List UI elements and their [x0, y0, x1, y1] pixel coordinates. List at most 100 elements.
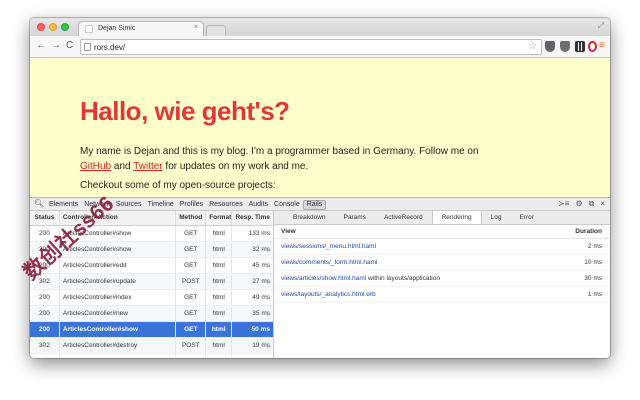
page-heading: Hallo, wie geht's? [80, 96, 290, 126]
reload-button[interactable]: C [66, 40, 73, 51]
column-status[interactable]: Status [30, 211, 60, 225]
status-cell: 200 [30, 290, 60, 305]
devtools-tab-audits[interactable]: Audits [246, 200, 271, 210]
rendering-row: views/articles/show.html.haml within lay… [274, 271, 610, 287]
devtools-tab-profiles[interactable]: Profiles [177, 200, 206, 210]
detail-tab-breakdown[interactable]: Breakdown [284, 211, 335, 224]
checkout-text: Checkout some of my open-source projects… [80, 180, 276, 191]
action-cell: ArticlesController#new [60, 306, 177, 321]
format-cell: html [206, 242, 233, 257]
status-cell: 302 [30, 338, 60, 353]
github-link[interactable]: GitHub [80, 161, 111, 172]
twitter-link[interactable]: Twitter [133, 161, 162, 172]
opera-extension-icon[interactable] [588, 41, 597, 52]
resp-time-cell: 45 ms [252, 262, 270, 269]
format-cell: html [206, 258, 233, 273]
intro-after-text: for updates on my work and me. [162, 161, 309, 172]
close-devtools-icon[interactable]: × [600, 199, 605, 209]
table-row[interactable]: 200 ArticlesController#index GET html 49 ms [30, 290, 273, 306]
method-cell: GET [176, 226, 207, 241]
status-cell: 200 [30, 306, 60, 321]
view-path-link[interactable]: views/articles/show.html.haml within lay… [281, 271, 440, 286]
browser-toolbar: ← → C rors.dev/ ☆ ≡ [30, 36, 610, 58]
resp-time-cell: 133 ms [248, 230, 270, 237]
browser-tab[interactable]: Dejan Simic × [78, 21, 204, 36]
fullscreen-icon[interactable]: ⤢ [598, 21, 604, 31]
detail-tab-rendering[interactable]: Rendering [431, 211, 482, 224]
detail-tab-activerecord[interactable]: ActiveRecord [375, 211, 432, 224]
page-icon [84, 43, 91, 51]
table-row[interactable]: 200 ArticlesController#show GET html 50 ms [30, 322, 273, 338]
table-row[interactable]: 302 ArticlesController#update POST html 27 m… [30, 274, 273, 290]
request-detail: Breakdown Params ActiveRecord Rendering Log E… [274, 211, 610, 358]
devtools-tab-timeline[interactable]: Timeline [145, 200, 177, 210]
action-cell: ArticlesController#index [60, 290, 177, 305]
settings-gear-icon[interactable]: ⚙ [575, 199, 582, 209]
rendering-rows: views/sessions/_menu.html.haml 2 ms views/… [274, 239, 610, 303]
forward-button[interactable]: → [51, 40, 61, 51]
pocket-extension-icon[interactable] [545, 41, 555, 52]
devtools-tab-resources[interactable]: Resources [206, 200, 245, 210]
address-bar[interactable]: rors.dev/ ☆ [80, 39, 542, 55]
method-cell: GET [176, 290, 207, 305]
page-favicon-icon [85, 25, 93, 33]
dock-side-icon[interactable]: ⧉ [589, 199, 595, 209]
resp-time-cell: 19 ms [252, 342, 270, 349]
detail-tab-params[interactable]: Params [335, 211, 375, 224]
column-format[interactable]: Format [206, 211, 233, 225]
duration-value: 10 ms [584, 259, 602, 266]
page-content: Hallo, wie geht's? My name is Dejan and … [30, 58, 610, 197]
method-cell: GET [176, 354, 207, 358]
devtools-tab-console[interactable]: Console [271, 200, 303, 210]
format-cell: html [206, 226, 233, 241]
devtools-tab-rails[interactable]: Rails [302, 200, 327, 210]
tab-strip: Dejan Simic × ⤢ [30, 18, 610, 36]
devtools-panel: 🔍︎ Elements Network Sources Timeline Profile… [30, 197, 610, 358]
shield-extension-icon[interactable] [560, 41, 570, 52]
view-path-link[interactable]: views/layouts/_analytics.html.erb [281, 287, 376, 302]
resp-time-cell: 50 ms [251, 326, 270, 333]
format-cell: html [206, 322, 233, 337]
browser-menu-icon[interactable]: ≡ [599, 40, 605, 51]
action-cell: ArticlesController#destroy [60, 338, 177, 353]
window-maximize-button[interactable] [61, 23, 69, 31]
format-cell: html [206, 274, 233, 289]
tab-title: Dejan Simic [98, 25, 136, 32]
resp-time-cell: 32 ms [252, 246, 270, 253]
detail-tab-log[interactable]: Log [482, 211, 511, 224]
resp-time-cell: 29 ms [232, 354, 273, 358]
intro-text: My name is Dejan and this is my blog. I'… [80, 146, 479, 157]
bookmark-star-icon[interactable]: ☆ [528, 41, 537, 52]
search-icon[interactable]: 🔍︎ [34, 199, 44, 208]
rendering-row: views/sessions/_menu.html.haml 2 ms [274, 239, 610, 255]
intro-and-text: and [111, 161, 134, 172]
window-minimize-button[interactable] [49, 23, 57, 31]
column-resp-time[interactable]: Resp. Time [232, 211, 273, 225]
table-row[interactable]: 200 ArticlesController#new GET html 35 ms [30, 306, 273, 322]
status-cell: 200 [30, 354, 60, 358]
table-row[interactable]: 200 ArticlesController#edit GET html 45 ms [30, 258, 273, 274]
action-cell: AboutController#show [60, 354, 177, 358]
rendering-header: View Duration [274, 225, 610, 239]
table-row[interactable]: 302 ArticlesController#destroy POST html 19 … [30, 338, 273, 354]
method-cell: POST [176, 338, 207, 353]
format-cell: html [206, 354, 233, 358]
resp-time-cell: 49 ms [252, 294, 270, 301]
view-path-link[interactable]: views/sessions/_menu.html.haml [281, 239, 376, 254]
qr-code-extension-icon[interactable] [575, 41, 585, 52]
format-cell: html [206, 306, 233, 321]
back-button[interactable]: ← [36, 40, 46, 51]
rendering-row: views/comments/_form.html.haml 10 ms [274, 255, 610, 271]
console-drawer-icon[interactable]: ≻≡ [558, 199, 569, 209]
view-path-link[interactable]: views/comments/_form.html.haml [281, 255, 377, 270]
action-cell: ArticlesController#edit [60, 258, 177, 273]
window-close-button[interactable] [37, 23, 45, 31]
table-row[interactable]: 200AboutController#showGEThtml29 ms [30, 354, 273, 358]
duration-value: 1 ms [587, 291, 602, 298]
detail-tab-error[interactable]: Error [510, 211, 542, 224]
tab-close-icon[interactable]: × [194, 24, 198, 31]
devtools-controls: ≻≡ ⚙ ⧉ × [558, 199, 605, 209]
rendering-row: views/layouts/_analytics.html.erb 1 ms [274, 287, 610, 303]
new-tab-button[interactable] [206, 25, 226, 36]
column-method[interactable]: Method [176, 211, 207, 225]
